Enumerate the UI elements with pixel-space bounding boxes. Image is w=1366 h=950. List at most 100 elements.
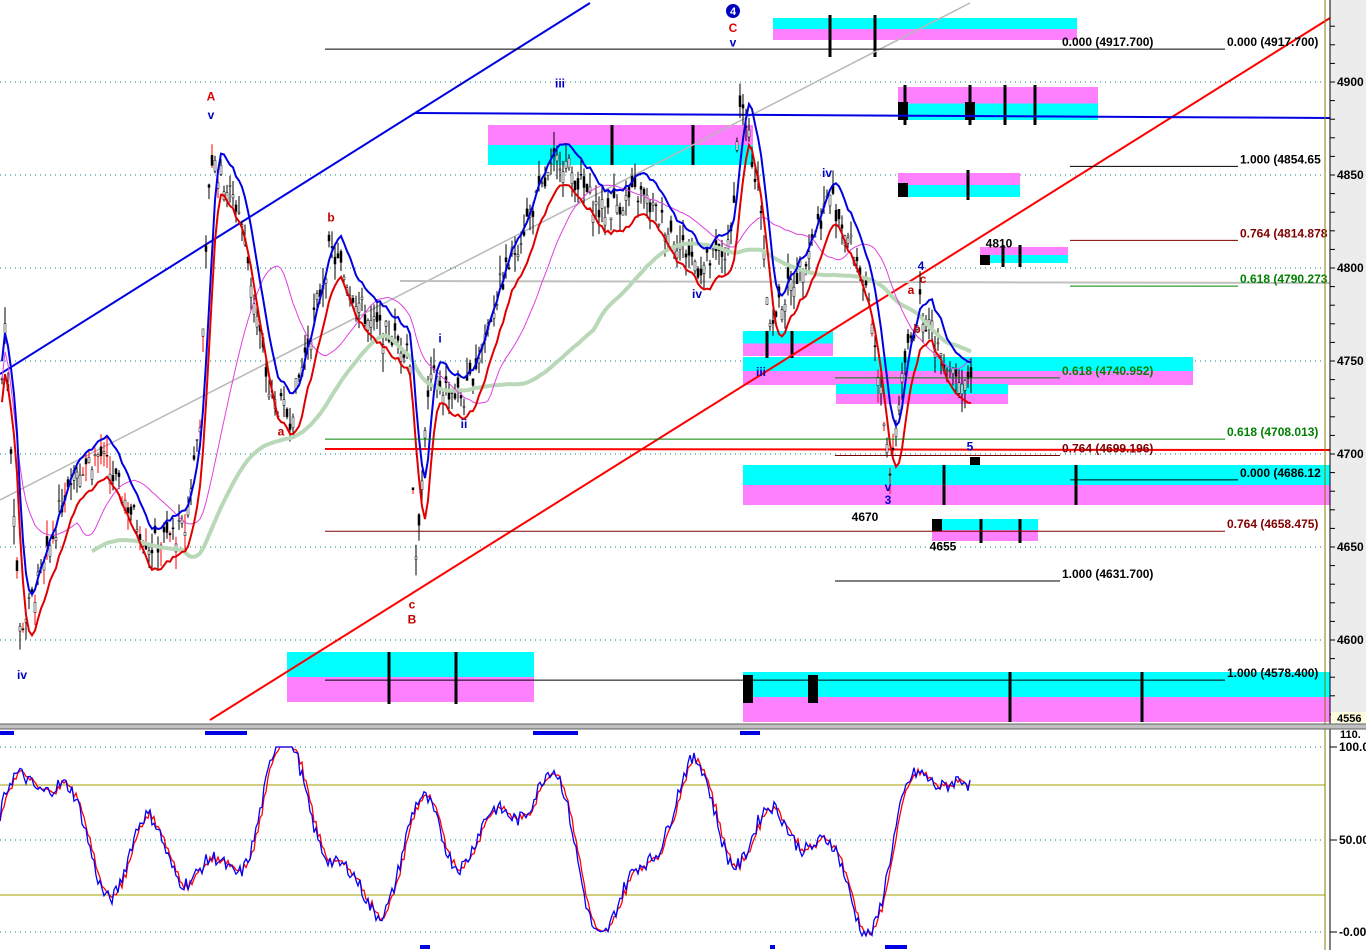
- wave-label: 4670: [852, 510, 879, 524]
- candle-body: [237, 211, 241, 214]
- wave-label: ii: [461, 417, 468, 431]
- candle-body: [471, 378, 475, 386]
- candle-body: [288, 423, 292, 430]
- price-tick-label: 4900: [1337, 75, 1364, 89]
- candle-body: [27, 597, 31, 599]
- candle-body: [15, 560, 19, 572]
- candle-body: [342, 276, 346, 280]
- candle-body: [642, 188, 646, 195]
- candle-body: [903, 351, 907, 363]
- candle-body: [732, 195, 736, 203]
- wave-label: c: [409, 597, 416, 611]
- zone-marker: [1033, 85, 1037, 125]
- wave-label: v: [208, 108, 215, 122]
- candle-body: [741, 104, 745, 109]
- zone-marker: [966, 170, 970, 200]
- candle-body: [102, 451, 106, 454]
- wave-label: 4655: [930, 540, 957, 554]
- candle-body: [54, 537, 58, 541]
- candle-body: [192, 455, 196, 460]
- wave-label: b: [327, 211, 334, 225]
- price-tick-label: 4800: [1337, 261, 1364, 275]
- candle-body: [498, 273, 502, 276]
- candle-body: [426, 390, 430, 397]
- candle-body: [396, 336, 400, 341]
- candle-body: [897, 404, 901, 411]
- candle-body: [576, 178, 580, 190]
- zone-bottom: [980, 255, 1068, 263]
- candle-body: [459, 395, 463, 399]
- candle-body: [789, 279, 793, 291]
- candle-body: [441, 395, 445, 404]
- candle-body: [585, 183, 589, 193]
- candle-body: [873, 345, 877, 347]
- osc-tick-label: 100.0: [1339, 740, 1366, 754]
- zone-bottom: [488, 145, 753, 165]
- candle-body: [918, 289, 922, 295]
- wave-label: B: [408, 612, 417, 626]
- candle-body: [603, 216, 607, 226]
- candle-body: [207, 184, 211, 188]
- candle-body: [84, 458, 88, 465]
- candle-body: [750, 161, 754, 167]
- candle-body: [708, 263, 712, 266]
- zone-bottom: [287, 677, 534, 702]
- candle-body: [78, 474, 82, 487]
- zone-top: [773, 18, 1077, 29]
- candle-body: [414, 556, 418, 560]
- zone-marker: [942, 465, 946, 505]
- candle-body: [297, 374, 301, 378]
- candle-body: [567, 158, 571, 169]
- candle-body: [711, 248, 715, 251]
- zone-bottom: [773, 29, 1077, 40]
- fib-label: 0.764 (4814.878: [1240, 226, 1328, 240]
- zone-marker: [1018, 245, 1022, 267]
- price-tick-label: 4700: [1337, 447, 1364, 461]
- candle-body: [570, 172, 574, 185]
- candle-body: [627, 186, 631, 198]
- candle-body: [870, 324, 874, 335]
- candle-body: [624, 195, 628, 201]
- candle-body: [735, 141, 739, 151]
- candle-body: [819, 220, 823, 229]
- zone-top: [836, 384, 1008, 394]
- candle-body: [210, 155, 214, 166]
- wave-label: iii: [555, 77, 565, 91]
- zone-block: [898, 102, 908, 120]
- candle-body: [609, 217, 613, 220]
- candle-body: [546, 171, 550, 176]
- candle-body: [315, 293, 319, 300]
- fib-label: 1.000 (4631.700): [1062, 567, 1153, 581]
- zone-marker: [1008, 672, 1012, 722]
- candle-body: [969, 367, 973, 378]
- price-tick-label: 4850: [1337, 168, 1364, 182]
- candle-body: [738, 95, 742, 107]
- candle-body: [555, 154, 559, 162]
- candle-body: [582, 176, 586, 188]
- candle-body: [177, 520, 181, 522]
- session-marker: [770, 945, 775, 949]
- candle-body: [219, 165, 223, 175]
- candle-body: [402, 354, 406, 358]
- fib-label: 0.618 (4708.013): [1227, 425, 1318, 439]
- candle-body: [645, 194, 649, 204]
- zone-bottom: [836, 394, 1008, 404]
- candle-body: [855, 256, 859, 262]
- candle-body: [522, 231, 526, 236]
- candle-body: [723, 258, 727, 261]
- wave-label: C: [729, 21, 738, 35]
- candle-body: [540, 182, 544, 184]
- candle-body: [456, 377, 460, 388]
- candle-body: [579, 173, 583, 176]
- candle-body: [564, 160, 568, 169]
- candle-body: [651, 202, 655, 206]
- candle-body: [504, 257, 508, 262]
- candle-body: [369, 320, 373, 328]
- fib-label: 1.000 (4854.65: [1240, 152, 1321, 166]
- candle-body: [453, 393, 457, 399]
- candle-body: [765, 297, 769, 305]
- candle-body: [249, 285, 253, 298]
- wave-label: a: [278, 424, 285, 438]
- candle-body: [267, 393, 271, 398]
- candle-body: [234, 204, 238, 212]
